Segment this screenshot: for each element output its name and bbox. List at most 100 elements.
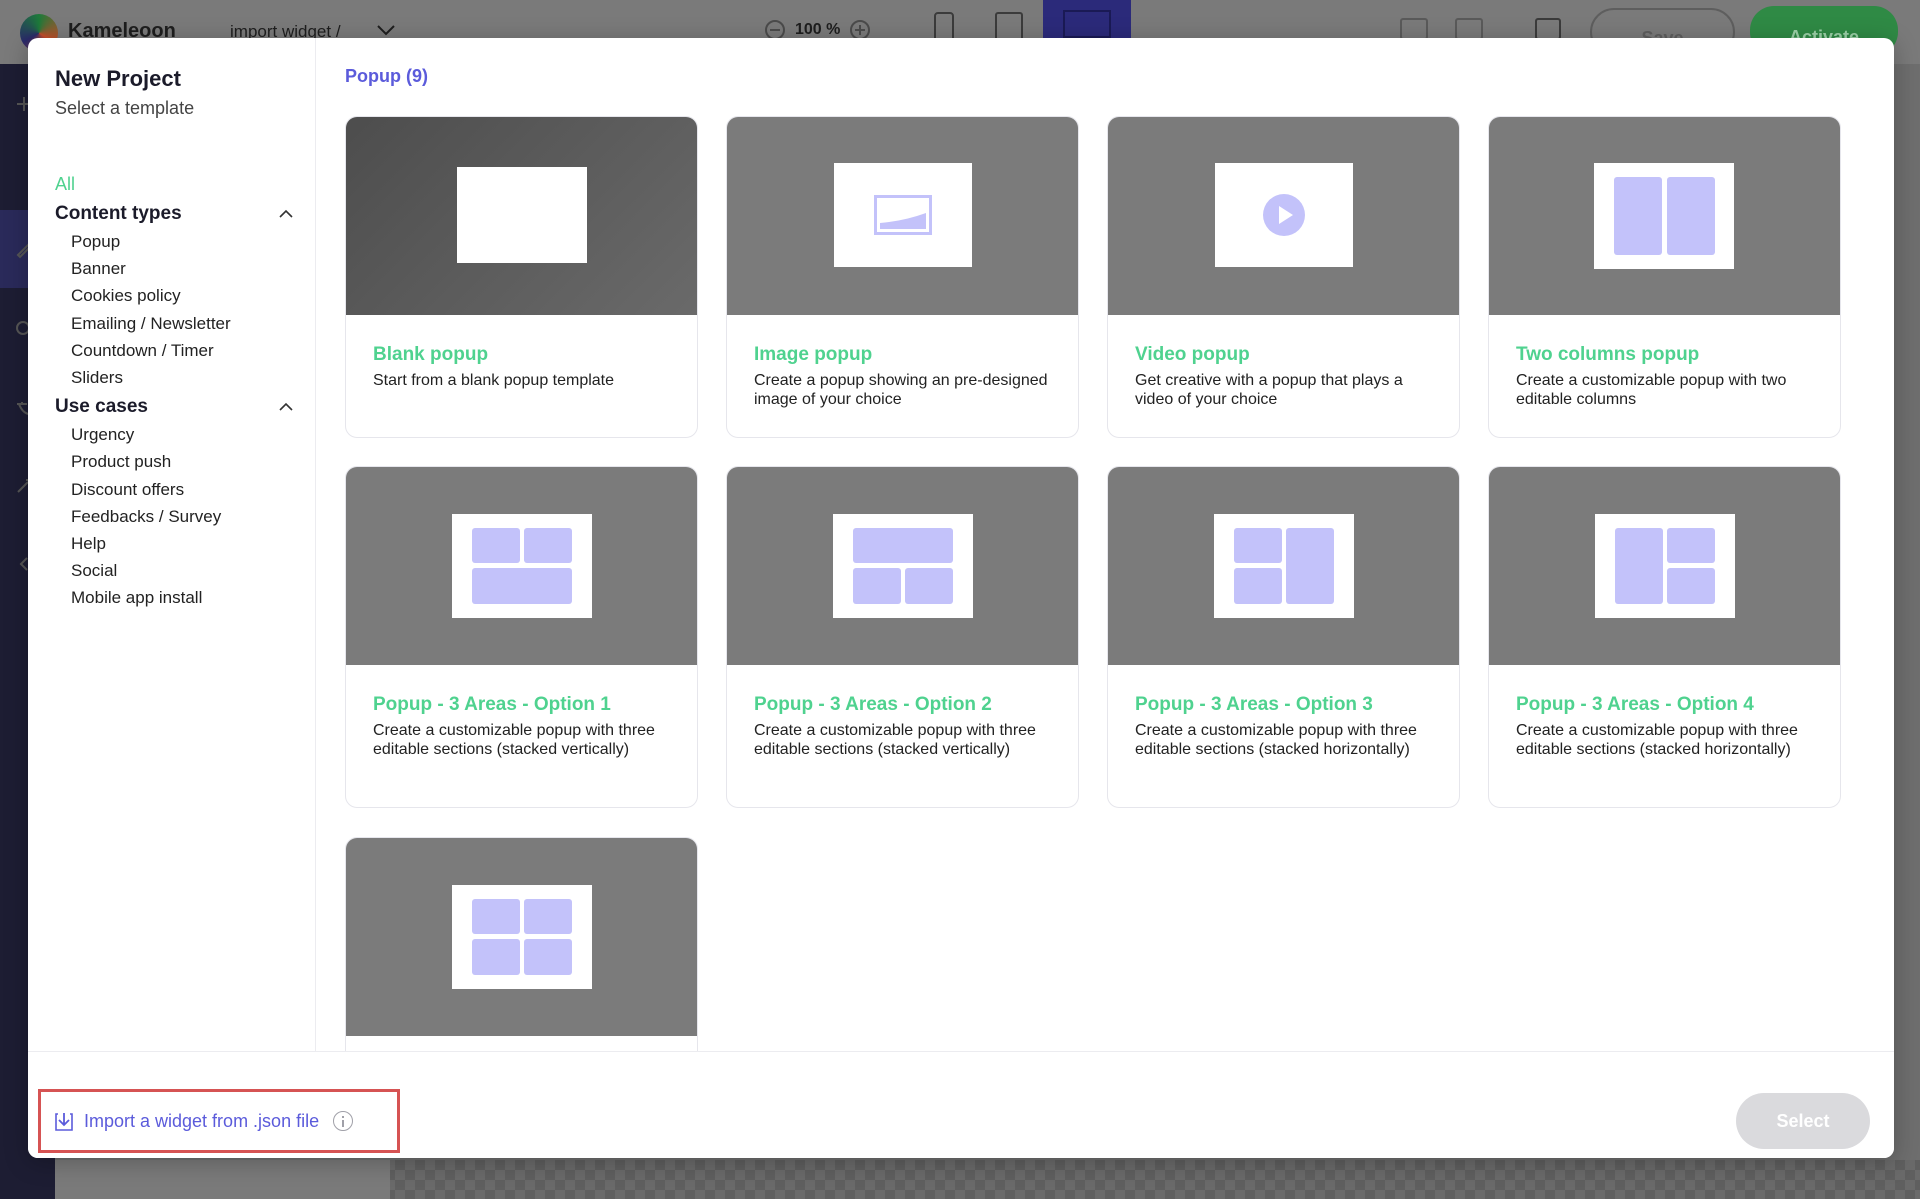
card-title: Popup - 3 Areas - Option 4: [1516, 694, 1754, 715]
modal-title: New Project: [55, 66, 181, 91]
area-block: [472, 899, 520, 934]
popup-frame: [834, 163, 972, 267]
three-areas-icon: [452, 514, 592, 618]
area-block: [472, 939, 520, 975]
card-title: Video popup: [1135, 344, 1250, 365]
area-block: [524, 899, 572, 934]
canvas-left-panel: [55, 1160, 390, 1199]
play-icon: [1263, 194, 1305, 236]
area-block: [472, 528, 520, 563]
template-card-3-areas-option-3[interactable]: Popup - 3 Areas - Option 3 Create a cust…: [1107, 466, 1460, 808]
card-thumbnail: [1489, 117, 1840, 315]
zoom-level: 100 %: [795, 21, 841, 38]
filter-discount-offers[interactable]: Discount offers: [71, 480, 184, 500]
filter-banner[interactable]: Banner: [71, 259, 126, 279]
template-card-image-popup[interactable]: Image popup Create a popup showing an pr…: [726, 116, 1079, 438]
area-block: [1615, 528, 1663, 604]
info-icon[interactable]: [333, 1111, 354, 1131]
popup-frame: [1215, 163, 1353, 267]
card-title: Popup - 3 Areas - Option 1: [373, 694, 611, 715]
area-block: [524, 528, 572, 563]
card-thumbnail: [727, 117, 1078, 315]
redo-icon[interactable]: [1455, 18, 1483, 40]
filter-feedbacks-survey[interactable]: Feedbacks / Survey: [71, 507, 221, 527]
card-thumbnail: [1108, 117, 1459, 315]
preview-icon[interactable]: [1535, 18, 1561, 40]
template-card-two-columns-popup[interactable]: Two columns popup Create a customizable …: [1488, 116, 1841, 438]
three-areas-icon: [833, 514, 973, 618]
filter-mobile-app-install[interactable]: Mobile app install: [71, 588, 202, 608]
area-block: [1286, 528, 1334, 604]
zoom-out-icon[interactable]: [765, 20, 785, 40]
import-download-icon: [55, 1113, 73, 1131]
filter-urgency[interactable]: Urgency: [71, 425, 134, 445]
filter-help[interactable]: Help: [71, 534, 106, 554]
undo-icon[interactable]: [1400, 18, 1428, 40]
filter-countdown-timer[interactable]: Countdown / Timer: [71, 341, 214, 361]
import-json-label: Import a widget from .json file: [84, 1110, 320, 1131]
filter-all[interactable]: All: [55, 174, 75, 195]
import-json-button[interactable]: Import a widget from .json file: [38, 1089, 400, 1153]
card-description: Create a customizable popup with two edi…: [1516, 372, 1787, 408]
card-description: Get creative with a popup that plays a v…: [1135, 372, 1403, 408]
filter-product-push[interactable]: Product push: [71, 452, 171, 472]
card-description: Create a customizable popup with three e…: [1135, 722, 1417, 758]
template-card-3-areas-option-1[interactable]: Popup - 3 Areas - Option 1 Create a cust…: [345, 466, 698, 808]
template-card-4-areas[interactable]: [345, 837, 698, 1077]
card-description: Create a popup showing an pre-designed i…: [754, 372, 1048, 408]
content-types-label: Content types: [55, 203, 182, 224]
card-thumbnail: [346, 838, 697, 1036]
template-card-blank-popup[interactable]: Blank popup Start from a blank popup tem…: [345, 116, 698, 438]
chevron-up-icon[interactable]: [277, 398, 295, 416]
template-card-3-areas-option-2[interactable]: Popup - 3 Areas - Option 2 Create a cust…: [726, 466, 1079, 808]
card-thumbnail: [346, 467, 697, 665]
desktop-device-icon: [1063, 10, 1111, 38]
card-thumbnail: [346, 117, 697, 315]
card-thumbnail: [1108, 467, 1459, 665]
area-block: [472, 568, 572, 604]
template-card-video-popup[interactable]: Video popup Get creative with a popup th…: [1107, 116, 1460, 438]
card-thumbnail: [1489, 467, 1840, 665]
card-title: Popup - 3 Areas - Option 3: [1135, 694, 1373, 715]
area-block: [853, 568, 901, 604]
new-project-modal: New Project Select a template All Conten…: [28, 38, 1894, 1158]
area-block: [1234, 528, 1282, 563]
content-types-header[interactable]: Content types: [55, 202, 295, 226]
column-block: [1667, 177, 1715, 255]
modal-footer: Import a widget from .json file Select: [28, 1051, 1894, 1158]
area-block: [1667, 568, 1715, 604]
card-title: Image popup: [754, 344, 873, 365]
filter-social[interactable]: Social: [71, 561, 117, 581]
filter-emailing-newsletter[interactable]: Emailing / Newsletter: [71, 314, 231, 334]
card-title: Blank popup: [373, 344, 489, 365]
use-cases-header[interactable]: Use cases: [55, 395, 295, 419]
card-thumbnail: [727, 467, 1078, 665]
filter-cookies-policy[interactable]: Cookies policy: [71, 286, 181, 306]
three-areas-icon: [1595, 514, 1735, 618]
two-columns-icon: [1594, 163, 1734, 269]
blank-frame-icon: [457, 167, 587, 263]
column-block: [1614, 177, 1662, 255]
category-title: Popup (9): [345, 66, 428, 86]
template-filter-sidebar: New Project Select a template All Conten…: [28, 38, 316, 1051]
area-block: [905, 568, 953, 604]
filter-sliders[interactable]: Sliders: [71, 368, 123, 388]
use-cases-label: Use cases: [55, 396, 148, 417]
card-title: Two columns popup: [1516, 344, 1700, 365]
area-block: [853, 528, 953, 563]
template-card-3-areas-option-4[interactable]: Popup - 3 Areas - Option 4 Create a cust…: [1488, 466, 1841, 808]
card-description: Create a customizable popup with three e…: [754, 722, 1036, 758]
zoom-in-icon[interactable]: [850, 20, 871, 40]
filter-popup[interactable]: Popup: [71, 232, 120, 252]
chevron-up-icon[interactable]: [277, 205, 295, 223]
area-block: [524, 939, 572, 975]
area-block: [1667, 528, 1715, 563]
card-description: Start from a blank popup template: [373, 372, 615, 389]
four-areas-icon: [452, 885, 592, 989]
three-areas-icon: [1214, 514, 1354, 618]
template-grid: Popup (9) Blank popup Start from a blank…: [317, 38, 1894, 1077]
select-button[interactable]: Select: [1736, 1093, 1870, 1149]
desktop-device-button[interactable]: [1043, 0, 1131, 40]
zoom-control: 100 %: [765, 20, 871, 40]
card-description: Create a customizable popup with three e…: [1516, 722, 1798, 758]
